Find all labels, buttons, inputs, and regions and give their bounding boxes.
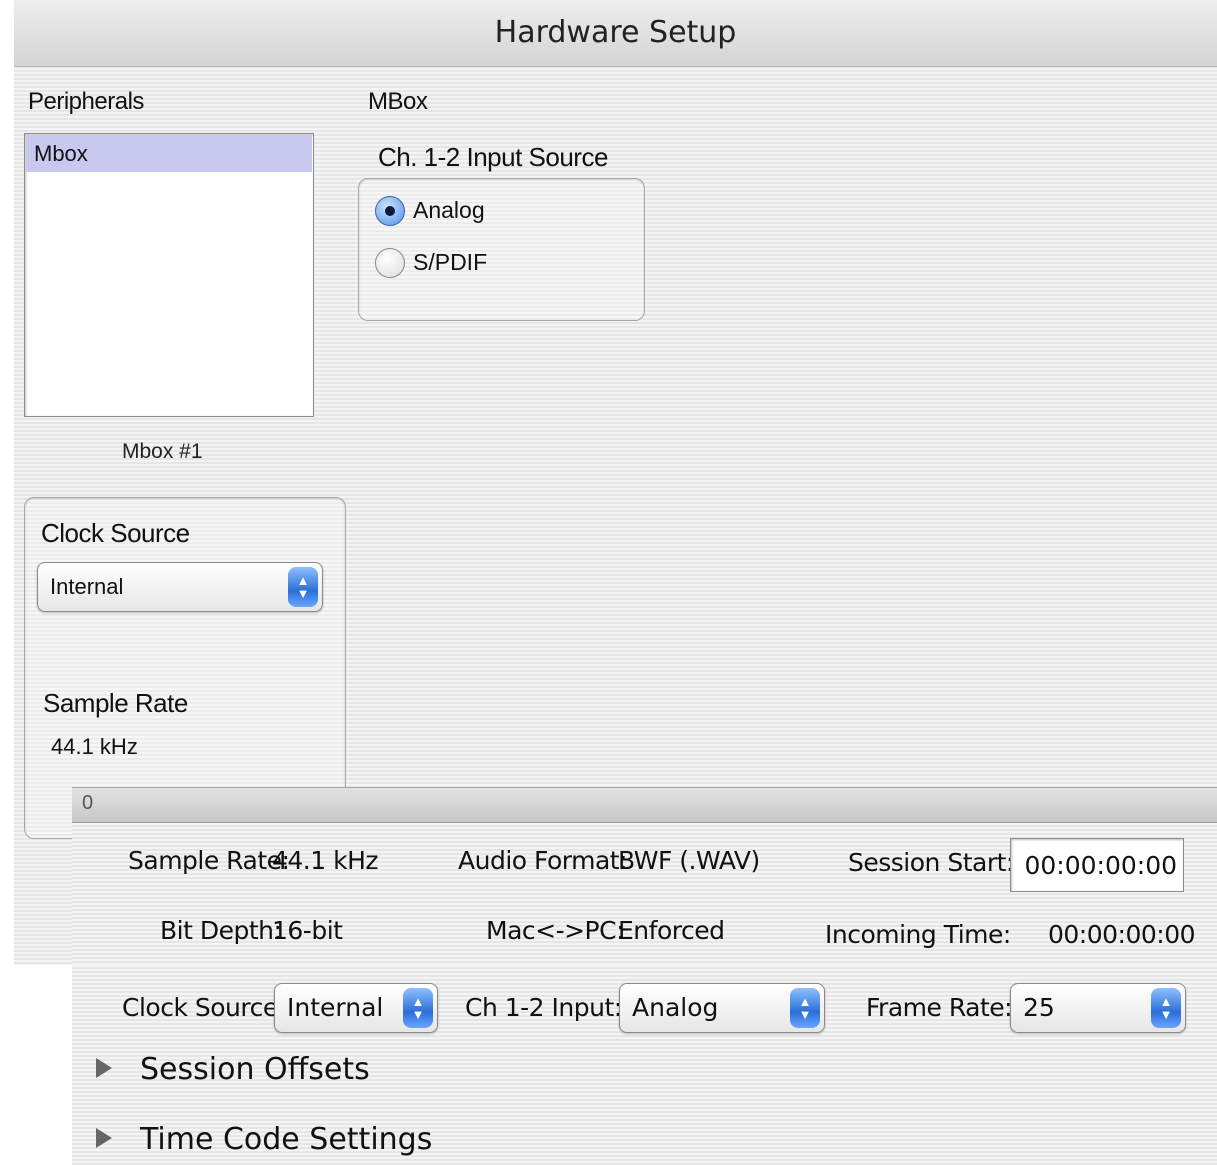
window-title: Hardware Setup — [14, 0, 1217, 67]
clock-source-value: Internal — [50, 574, 124, 599]
radio-analog-label[interactable]: Analog — [413, 197, 485, 224]
mac-pc-label: Mac<->PC: — [486, 916, 625, 945]
peripherals-heading: Peripherals — [28, 88, 144, 115]
session-clock-source-value: Internal — [287, 993, 384, 1022]
popup-arrows-icon: ▲ ▼ — [403, 988, 433, 1028]
ch12-input-label: Ch 1-2 Input: — [465, 993, 622, 1022]
audio-format-label: Audio Format: — [458, 846, 628, 875]
clock-source-label: Clock Source: — [122, 993, 286, 1022]
sample-rate-info: 44.1 kHz — [272, 846, 379, 875]
time-code-settings-label: Time Code Settings — [140, 1122, 433, 1157]
frame-rate-popup[interactable]: 25 ▲ ▼ — [1010, 983, 1186, 1033]
session-offsets-disclosure[interactable]: Session Offsets — [96, 1052, 370, 1087]
popup-arrows-icon: ▲ ▼ — [288, 567, 318, 607]
peripheral-item-mbox[interactable]: Mbox — [26, 135, 312, 172]
bit-depth-label: Bit Depth: — [160, 916, 282, 945]
disclosure-triangle-icon[interactable] — [96, 1127, 112, 1148]
input-source-heading: Ch. 1-2 Input Source — [378, 142, 608, 172]
audio-format-value: BWF (.WAV) — [618, 846, 760, 875]
clock-source-heading: Clock Source — [41, 518, 190, 548]
sample-rate-label: Sample Rate: — [128, 846, 290, 875]
radio-spdif[interactable] — [375, 248, 405, 278]
frame-rate-label: Frame Rate: — [866, 993, 1013, 1022]
sample-rate-heading: Sample Rate — [43, 688, 188, 718]
peripherals-list[interactable]: Mbox — [24, 133, 314, 417]
sample-rate-value: 44.1 kHz — [51, 734, 138, 759]
selected-peripheral-caption: Mbox #1 — [122, 440, 203, 463]
time-code-settings-disclosure[interactable]: Time Code Settings — [96, 1122, 432, 1157]
frame-rate-value: 25 — [1023, 993, 1055, 1022]
device-title: MBox — [368, 88, 428, 115]
radio-spdif-label[interactable]: S/PDIF — [413, 249, 487, 276]
mac-pc-value: Enforced — [618, 916, 725, 945]
session-panel-bar: 0 — [72, 787, 1217, 823]
incoming-time-label: Incoming Time: — [825, 920, 1011, 949]
session-clock-source-popup[interactable]: Internal ▲ ▼ — [274, 983, 438, 1033]
session-start-field[interactable]: 00:00:00:00 — [1010, 838, 1184, 892]
disclosure-triangle-icon[interactable] — [96, 1057, 112, 1078]
bar-indicator: 0 — [82, 792, 94, 814]
input-source-group: Analog S/PDIF — [358, 178, 645, 321]
incoming-time-value: 00:00:00:00 — [1048, 920, 1196, 949]
session-start-label: Session Start: — [848, 848, 1014, 877]
session-offsets-label: Session Offsets — [140, 1052, 370, 1087]
ch12-input-popup[interactable]: Analog ▲ ▼ — [619, 983, 825, 1033]
clock-source-popup[interactable]: Internal ▲ ▼ — [37, 562, 323, 612]
popup-arrows-icon: ▲ ▼ — [1151, 988, 1181, 1028]
bit-depth-value: 16-bit — [272, 916, 343, 945]
radio-analog[interactable] — [375, 196, 405, 226]
ch12-input-value: Analog — [632, 993, 719, 1022]
popup-arrows-icon: ▲ ▼ — [790, 988, 820, 1028]
